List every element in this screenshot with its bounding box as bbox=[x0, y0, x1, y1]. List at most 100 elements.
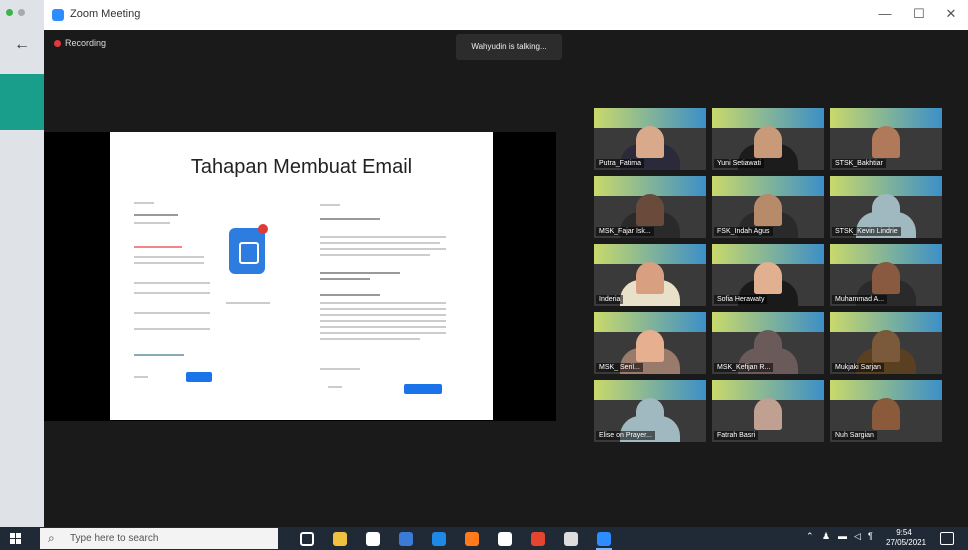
participant-face bbox=[636, 398, 664, 430]
participant-tile[interactable]: STSK_Bakhtiar bbox=[830, 108, 942, 170]
shield-icon[interactable] bbox=[564, 532, 578, 546]
browser-window-behind: ← bbox=[0, 0, 44, 527]
participant-tile[interactable]: Inderia bbox=[594, 244, 706, 306]
padlock-icon bbox=[239, 242, 259, 264]
browser-dot-green bbox=[6, 9, 13, 16]
mock-line bbox=[320, 218, 380, 220]
mock-line bbox=[320, 294, 380, 296]
zoom-logo-icon bbox=[52, 9, 64, 21]
participant-tile[interactable]: STSK_Kevin Lindrie bbox=[830, 176, 942, 238]
participant-tile[interactable]: Putra_Fatima bbox=[594, 108, 706, 170]
mock-line bbox=[134, 222, 170, 224]
mock-line bbox=[320, 236, 446, 238]
windows-start-icon[interactable] bbox=[10, 533, 22, 545]
participant-name: Sofia Herawaty bbox=[714, 295, 768, 304]
mock-line bbox=[134, 328, 210, 330]
recording-indicator[interactable]: Recording bbox=[54, 38, 106, 48]
participant-tile[interactable]: Nuh Sargian bbox=[830, 380, 942, 442]
mock-line bbox=[134, 376, 148, 378]
participant-face bbox=[872, 398, 900, 430]
browser-teal-panel bbox=[0, 74, 44, 130]
participant-tile[interactable]: MSK_Fajar Isk... bbox=[594, 176, 706, 238]
virtual-background-banner bbox=[830, 108, 942, 128]
participant-tile[interactable]: FSK_Indah Agus bbox=[712, 176, 824, 238]
participant-tile[interactable]: Elise on Prayer... bbox=[594, 380, 706, 442]
mock-line bbox=[320, 272, 400, 274]
participant-name: MSK_Fajar Isk... bbox=[596, 227, 654, 236]
mock-line bbox=[320, 314, 446, 316]
task-view-icon[interactable] bbox=[300, 532, 314, 546]
volume-icon[interactable]: ◁ bbox=[854, 531, 861, 542]
notification-center-icon[interactable] bbox=[940, 532, 954, 545]
close-button[interactable]: ✕ bbox=[936, 6, 966, 22]
mock-line bbox=[320, 368, 360, 370]
zoom-meeting-area: Recording Wahyudin is talking... Tahapan… bbox=[44, 30, 968, 527]
mock-line bbox=[320, 308, 446, 310]
participant-tile[interactable]: Muhammad A... bbox=[830, 244, 942, 306]
firefox-icon[interactable] bbox=[465, 532, 479, 546]
participant-face bbox=[872, 262, 900, 294]
participant-tile[interactable]: MSK_Kefijan R... bbox=[712, 312, 824, 374]
virtual-background-banner bbox=[830, 176, 942, 196]
participant-face bbox=[636, 330, 664, 362]
participant-name: FSK_Indah Agus bbox=[714, 227, 773, 236]
zoom-titlebar: Zoom Meeting — ☐ ✕ bbox=[44, 0, 968, 31]
people-icon[interactable]: ♟ bbox=[822, 531, 830, 542]
paint-icon[interactable] bbox=[498, 532, 512, 546]
virtual-background-banner bbox=[594, 176, 706, 196]
participant-name: MSK_Kefijan R... bbox=[714, 363, 774, 372]
file-explorer-icon[interactable] bbox=[333, 532, 347, 546]
slide-title: Tahapan Membuat Email bbox=[190, 156, 413, 178]
taskbar-search-input[interactable]: ⌕ Type here to search bbox=[40, 528, 278, 549]
participant-tile[interactable]: Mukjaki Sarjan bbox=[830, 312, 942, 374]
virtual-background-banner bbox=[830, 380, 942, 400]
participant-name: Fatrah Basri bbox=[714, 431, 759, 440]
participant-face bbox=[872, 126, 900, 158]
chrome-edge-icon[interactable] bbox=[432, 532, 446, 546]
participant-name: Muhammad A... bbox=[832, 295, 888, 304]
mock-line bbox=[226, 302, 270, 304]
participant-tile[interactable]: MSK_ Seril... bbox=[594, 312, 706, 374]
mock-line bbox=[320, 320, 446, 322]
mock-line bbox=[320, 254, 430, 256]
search-placeholder: Type here to search bbox=[70, 533, 159, 544]
mock-line bbox=[320, 242, 440, 244]
mock-line bbox=[320, 248, 446, 250]
participant-name: STSK_Kevin Lindrie bbox=[832, 227, 901, 236]
mock-line bbox=[134, 214, 178, 216]
zoom-icon[interactable] bbox=[597, 532, 611, 546]
network-icon[interactable]: ▬ bbox=[838, 531, 847, 541]
participant-name: Mukjaki Sarjan bbox=[832, 363, 884, 372]
mock-submit-button bbox=[404, 384, 442, 394]
participant-name: STSK_Bakhtiar bbox=[832, 159, 886, 168]
office-icon[interactable] bbox=[531, 532, 545, 546]
virtual-background-banner bbox=[594, 380, 706, 400]
participant-tile[interactable]: Fatrah Basri bbox=[712, 380, 824, 442]
active-speaker-label: Wahyudin is talking... bbox=[456, 34, 562, 60]
tray-chevron-icon[interactable]: ⌃ bbox=[806, 531, 814, 542]
language-icon[interactable]: ¶ bbox=[868, 531, 873, 541]
virtual-background-banner bbox=[830, 312, 942, 332]
mock-line bbox=[134, 202, 154, 204]
participant-tile[interactable]: Sofia Herawaty bbox=[712, 244, 824, 306]
maximize-button[interactable]: ☐ bbox=[904, 6, 934, 22]
participant-face bbox=[754, 194, 782, 226]
participant-face bbox=[636, 262, 664, 294]
virtual-background-banner bbox=[712, 108, 824, 128]
shared-slide: Tahapan Membuat Email bbox=[110, 132, 493, 420]
browser-dot-gray bbox=[18, 9, 25, 16]
back-arrow-icon[interactable]: ← bbox=[14, 36, 30, 54]
participant-name: Putra_Fatima bbox=[596, 159, 645, 168]
edge-icon[interactable] bbox=[366, 532, 380, 546]
minimize-button[interactable]: — bbox=[870, 6, 900, 21]
virtual-background-banner bbox=[594, 244, 706, 264]
window-title: Zoom Meeting bbox=[70, 8, 141, 20]
mock-line bbox=[320, 302, 446, 304]
virtual-background-banner bbox=[712, 176, 824, 196]
participant-tile[interactable]: Yuni Setiawati bbox=[712, 108, 824, 170]
recording-label: Recording bbox=[65, 38, 107, 48]
clock-time: 9:54 bbox=[896, 528, 912, 537]
system-clock[interactable]: 9:54 27/05/2021 bbox=[886, 528, 926, 548]
store-icon[interactable] bbox=[399, 532, 413, 546]
mock-line bbox=[328, 386, 342, 388]
